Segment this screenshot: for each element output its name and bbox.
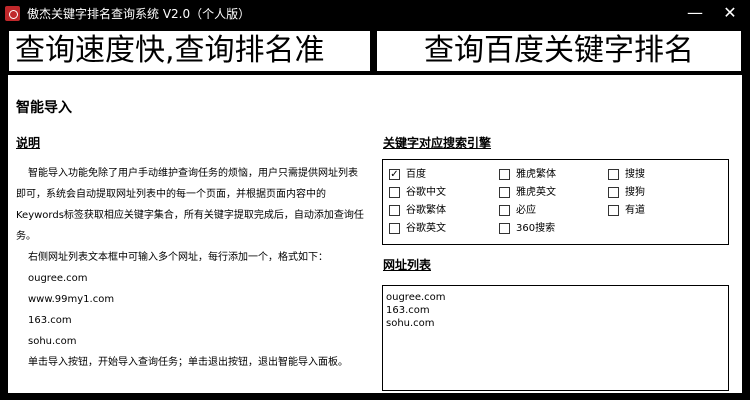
engine-list: ✓ 百度 谷歌中文 谷歌繁体 谷歌英文 雅虎繁体 雅虎英文 必应 360搜索 搜搜… [382, 159, 729, 245]
checkbox[interactable] [608, 169, 619, 180]
checkbox[interactable] [499, 169, 510, 180]
description-line: 即可，系统会自动提取网址列表中的每一个页面，并根据页面内容中的 [16, 189, 326, 200]
checkbox[interactable] [389, 205, 400, 216]
checkbox[interactable] [389, 223, 400, 234]
description-line: 单击导入按钮，开始导入查询任务；单击退出按钮，退出智能导入面板。 [28, 357, 348, 368]
window-title: 傲杰关键字排名查询系统 V2.0（个人版） [27, 7, 251, 21]
engines-heading: 关键字对应搜索引擎 [383, 136, 492, 150]
url-line: sohu.com [386, 318, 435, 329]
checkbox[interactable] [499, 187, 510, 198]
checkbox[interactable] [499, 205, 510, 216]
close-button[interactable]: ✕ [710, 0, 750, 28]
checkbox[interactable] [608, 205, 619, 216]
checkbox[interactable]: ✓ [389, 169, 400, 180]
minimize-button[interactable]: — [680, 0, 710, 28]
smart-import-panel: 智能导入 说明 智能导入功能免除了用户手动维护查询任务的烦恼，用户只需提供网址列… [8, 75, 742, 393]
description-line: 智能导入功能免除了用户手动维护查询任务的烦恼，用户只需提供网址列表 [28, 168, 358, 179]
example-url: ougree.com [28, 273, 88, 284]
banner-feature: 查询百度关键字排名 [377, 31, 741, 71]
checkbox[interactable] [499, 223, 510, 234]
description-line: 右侧网址列表文本框中可输入多个网址，每行添加一个，格式如下： [28, 252, 328, 263]
title-bar: 傲杰关键字排名查询系统 V2.0（个人版） — ✕ [0, 0, 750, 28]
checkbox[interactable] [608, 187, 619, 198]
banner-slogan: 查询速度快,查询排名准 [9, 31, 370, 71]
panel-title: 智能导入 [16, 100, 72, 116]
example-url: sohu.com [28, 336, 77, 347]
example-url: www.99my1.com [28, 294, 115, 305]
urls-heading: 网址列表 [383, 258, 432, 272]
checkbox[interactable] [389, 187, 400, 198]
url-line: ougree.com [386, 292, 446, 303]
url-line: 163.com [386, 305, 430, 316]
description-line: Keywords标签获取相应关键字集合，所有关键字提取完成后，自动添加查询任 [16, 210, 364, 221]
description-line: 务。 [16, 231, 36, 242]
description-heading: 说明 [16, 136, 41, 150]
app-logo-icon [5, 6, 20, 21]
example-url: 163.com [28, 315, 72, 326]
url-list-textarea[interactable]: ougree.com 163.com sohu.com [382, 285, 729, 391]
description-text: 智能导入功能免除了用户手动维护查询任务的烦恼，用户只需提供网址列表 即可，系统会… [16, 163, 366, 373]
